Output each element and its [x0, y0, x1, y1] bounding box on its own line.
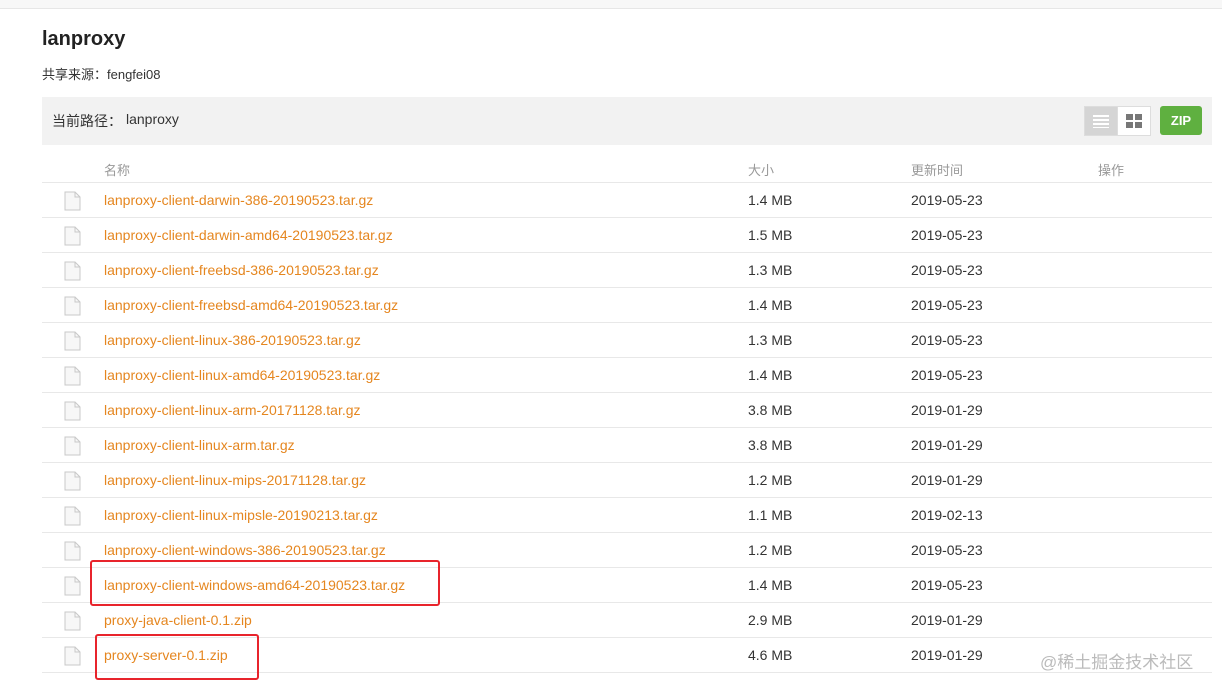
file-date: 2019-01-29: [911, 612, 983, 628]
file-link[interactable]: lanproxy-client-linux-arm.tar.gz: [104, 437, 295, 453]
file-date: 2019-01-29: [911, 472, 983, 488]
file-icon: [64, 506, 81, 526]
table-row: lanproxy-client-freebsd-386-20190523.tar…: [42, 253, 1212, 288]
col-name: 名称: [104, 163, 131, 178]
path-bar: 当前路径： lanproxy ZIP: [42, 97, 1212, 145]
file-link[interactable]: lanproxy-client-freebsd-amd64-20190523.t…: [104, 297, 398, 313]
file-link[interactable]: lanproxy-client-darwin-amd64-20190523.ta…: [104, 227, 393, 243]
file-link[interactable]: proxy-java-client-0.1.zip: [104, 612, 252, 628]
table-header: 名称 大小 更新时间 操作: [42, 150, 1212, 183]
file-date: 2019-01-29: [911, 402, 983, 418]
file-size: 1.2 MB: [748, 542, 793, 558]
table-row: lanproxy-client-darwin-amd64-20190523.ta…: [42, 218, 1212, 253]
watermark: @稀土掘金技术社区: [1040, 653, 1194, 672]
path-label: 当前路径：: [52, 113, 122, 129]
file-date: 2019-01-29: [911, 437, 983, 453]
file-size: 1.4 MB: [748, 367, 793, 383]
table-row: lanproxy-client-darwin-386-20190523.tar.…: [42, 183, 1212, 218]
file-icon: [64, 261, 81, 281]
file-size: 4.6 MB: [748, 647, 793, 663]
file-size: 1.1 MB: [748, 507, 793, 523]
table-row: lanproxy-client-freebsd-amd64-20190523.t…: [42, 288, 1212, 323]
col-updated: 更新时间: [911, 163, 964, 178]
file-size: 1.4 MB: [748, 577, 793, 593]
file-link[interactable]: lanproxy-client-freebsd-386-20190523.tar…: [104, 262, 379, 278]
file-date: 2019-05-23: [911, 542, 983, 558]
file-size: 2.9 MB: [748, 612, 793, 628]
file-date: 2019-05-23: [911, 262, 983, 278]
file-link[interactable]: lanproxy-client-linux-arm-20171128.tar.g…: [104, 402, 361, 418]
file-icon: [64, 436, 81, 456]
file-size: 1.5 MB: [748, 227, 793, 243]
file-link[interactable]: lanproxy-client-windows-386-20190523.tar…: [104, 542, 386, 558]
file-icon: [64, 366, 81, 386]
table-row: lanproxy-client-linux-arm.tar.gz 3.8 MB …: [42, 428, 1212, 463]
grid-icon: [1126, 114, 1142, 128]
table-row: lanproxy-client-linux-arm-20171128.tar.g…: [42, 393, 1212, 428]
file-icon: [64, 226, 81, 246]
list-view-button[interactable]: [1084, 106, 1118, 136]
file-date: 2019-02-13: [911, 507, 983, 523]
file-date: 2019-01-29: [911, 647, 983, 663]
list-icon: [1093, 115, 1109, 128]
file-size: 1.2 MB: [748, 472, 793, 488]
file-size: 3.8 MB: [748, 402, 793, 418]
table-row: lanproxy-client-linux-mips-20171128.tar.…: [42, 463, 1212, 498]
file-date: 2019-05-23: [911, 367, 983, 383]
highlight-box: [95, 634, 259, 680]
file-size: 1.4 MB: [748, 192, 793, 208]
file-size: 3.8 MB: [748, 437, 793, 453]
file-date: 2019-05-23: [911, 297, 983, 313]
table-row: lanproxy-client-linux-mipsle-20190213.ta…: [42, 498, 1212, 533]
file-date: 2019-05-23: [911, 192, 983, 208]
table-row: proxy-java-client-0.1.zip 2.9 MB 2019-01…: [42, 603, 1212, 638]
col-size: 大小: [748, 163, 775, 178]
file-icon: [64, 646, 81, 666]
zip-download-button[interactable]: ZIP: [1160, 106, 1202, 135]
file-icon: [64, 331, 81, 351]
file-link[interactable]: lanproxy-client-darwin-386-20190523.tar.…: [104, 192, 373, 208]
file-date: 2019-05-23: [911, 332, 983, 348]
file-icon: [64, 471, 81, 491]
file-link[interactable]: lanproxy-client-linux-386-20190523.tar.g…: [104, 332, 361, 348]
share-source: 共享来源：fengfei08: [42, 67, 161, 82]
file-date: 2019-05-23: [911, 227, 983, 243]
file-link[interactable]: lanproxy-client-linux-amd64-20190523.tar…: [104, 367, 380, 383]
file-icon: [64, 541, 81, 561]
grid-view-button[interactable]: [1117, 106, 1151, 136]
file-icon: [64, 401, 81, 421]
highlight-box: [90, 560, 440, 606]
file-icon: [64, 611, 81, 631]
file-size: 1.4 MB: [748, 297, 793, 313]
breadcrumb[interactable]: lanproxy: [126, 111, 179, 127]
page-title: lanproxy: [42, 28, 126, 50]
table-row: lanproxy-client-linux-amd64-20190523.tar…: [42, 358, 1212, 393]
table-row: lanproxy-client-linux-386-20190523.tar.g…: [42, 323, 1212, 358]
file-size: 1.3 MB: [748, 332, 793, 348]
file-icon: [64, 191, 81, 211]
col-actions: 操作: [1098, 163, 1125, 178]
file-link[interactable]: lanproxy-client-linux-mipsle-20190213.ta…: [104, 507, 378, 523]
file-date: 2019-05-23: [911, 577, 983, 593]
top-bar: [0, 0, 1222, 9]
file-icon: [64, 296, 81, 316]
file-icon: [64, 576, 81, 596]
file-size: 1.3 MB: [748, 262, 793, 278]
file-link[interactable]: lanproxy-client-linux-mips-20171128.tar.…: [104, 472, 366, 488]
